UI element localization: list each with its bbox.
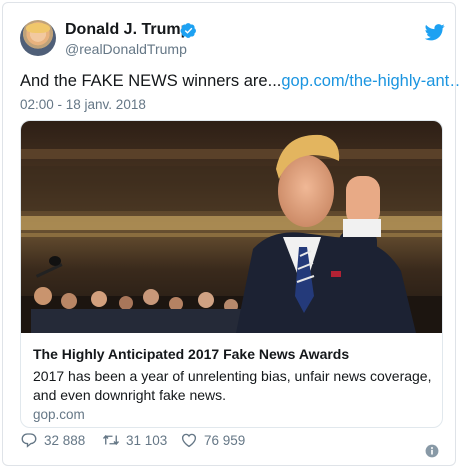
retweet-count: 31 103 [126, 432, 168, 448]
author-handle[interactable]: @realDonaldTrump [65, 41, 187, 57]
tweet-text: And the FAKE NEWS winners are...gop.com/… [20, 72, 460, 91]
card-image [21, 121, 442, 333]
like-action[interactable]: 76 959 [180, 431, 245, 449]
verified-badge-icon [180, 23, 196, 38]
card-title: The Highly Anticipated 2017 Fake News Aw… [33, 346, 350, 362]
embedded-tweet: Donald J. Trump @realDonaldTrump And the… [2, 2, 460, 466]
heart-icon [181, 433, 197, 448]
retweet-icon [102, 434, 120, 446]
reply-icon [21, 433, 37, 448]
card-description: 2017 has been a year of unrelenting bias… [33, 368, 432, 403]
tweet-timestamp[interactable]: 02:00 - 18 janv. 2018 [20, 97, 146, 112]
tweet-link[interactable]: gop.com/the-highly-ant… [281, 72, 460, 90]
avatar[interactable] [20, 20, 56, 56]
reply-count: 32 888 [44, 432, 86, 448]
like-count: 76 959 [204, 432, 246, 448]
link-card[interactable]: The Highly Anticipated 2017 Fake News Aw… [20, 120, 443, 428]
reply-action[interactable]: 32 888 [20, 431, 85, 449]
twitter-bird-icon[interactable] [425, 22, 445, 42]
tweet-text-body: And the FAKE NEWS winners are... [20, 72, 282, 90]
card-domain: gop.com [33, 407, 85, 422]
card-body: The Highly Anticipated 2017 Fake News Aw… [21, 333, 442, 427]
retweet-action[interactable]: 31 103 [102, 431, 167, 449]
tweet-actions: 32 888 31 103 76 959 [3, 431, 455, 455]
author-name[interactable]: Donald J. Trump [65, 21, 190, 39]
info-icon[interactable] [425, 444, 439, 458]
